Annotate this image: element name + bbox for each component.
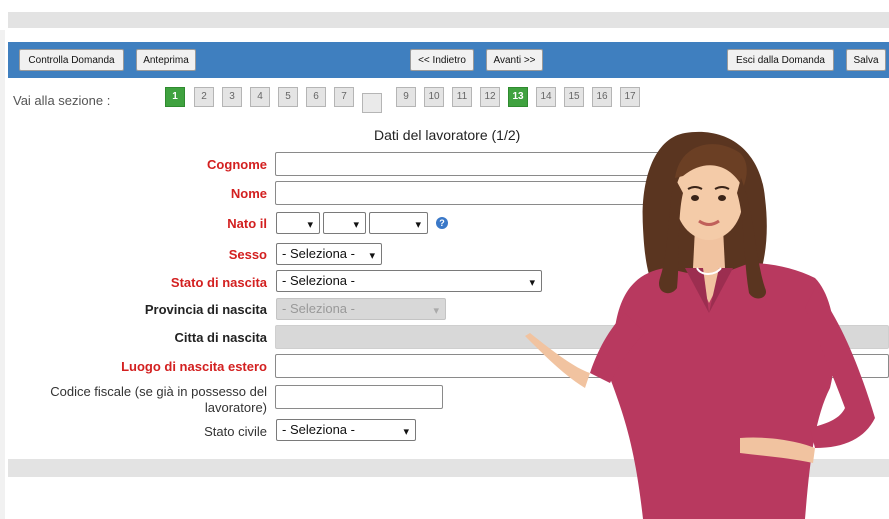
check-application-button[interactable]: Controlla Domanda xyxy=(19,49,124,71)
section-3-button[interactable]: 3 xyxy=(222,87,242,107)
birth-country-label: Stato di nascita xyxy=(170,275,267,290)
toolbar: Controlla Domanda Anteprima << Indietro … xyxy=(8,42,889,78)
birth-city-label: Citta di nascita xyxy=(174,330,267,345)
birth-province-select: - Seleziona - ▾ xyxy=(276,298,446,320)
section-6-button[interactable]: 6 xyxy=(306,87,326,107)
section-4-button[interactable]: 4 xyxy=(250,87,270,107)
cognome-label: Cognome xyxy=(207,157,267,172)
section-11-button[interactable]: 11 xyxy=(452,87,472,107)
chevron-down-icon: ▾ xyxy=(415,219,421,231)
section-13-button[interactable]: 13 xyxy=(508,87,528,107)
section-17-button[interactable]: 17 xyxy=(620,87,640,107)
marital-status-label: Stato civile xyxy=(204,424,267,439)
section-1-button[interactable]: 1 xyxy=(165,87,185,107)
foreign-birthplace-label: Luogo di nascita estero xyxy=(121,359,267,374)
section-5-button[interactable]: 5 xyxy=(278,87,298,107)
tax-code-label-line2: lavoratore) xyxy=(204,400,267,415)
birth-day-select[interactable]: ▾ xyxy=(276,212,320,234)
chevron-down-icon: ▾ xyxy=(307,219,313,231)
tax-code-input[interactable] xyxy=(275,385,443,409)
marital-status-select[interactable]: - Seleziona - ▾ xyxy=(276,419,416,441)
sesso-label: Sesso xyxy=(228,247,267,262)
chevron-down-icon: ▾ xyxy=(403,426,409,438)
tax-code-label: Codice fiscale (se già in possesso del l… xyxy=(50,384,267,416)
birth-province-label: Provincia di nascita xyxy=(144,302,267,317)
chevron-down-icon: ▾ xyxy=(369,250,375,262)
marital-status-value: - Seleziona - xyxy=(282,422,355,437)
help-icon[interactable]: ? xyxy=(436,217,448,229)
top-strip xyxy=(0,0,889,12)
next-button[interactable]: Avanti >> xyxy=(486,49,543,71)
section-8-button[interactable]: 8 xyxy=(362,93,382,113)
exit-application-button[interactable]: Esci dalla Domanda xyxy=(727,49,834,71)
birth-month-select[interactable]: ▾ xyxy=(323,212,366,234)
section-7-button[interactable]: 7 xyxy=(334,87,354,107)
birth-country-select[interactable]: - Seleziona - ▾ xyxy=(276,270,542,292)
header-bar xyxy=(8,12,889,28)
left-border xyxy=(0,30,5,519)
save-button[interactable]: Salva xyxy=(846,49,886,71)
presenter-illustration xyxy=(525,131,875,519)
preview-button[interactable]: Anteprima xyxy=(136,49,196,71)
section-nav-label: Vai alla sezione : xyxy=(13,93,111,108)
back-button[interactable]: << Indietro xyxy=(410,49,474,71)
section-16-button[interactable]: 16 xyxy=(592,87,612,107)
section-2-button[interactable]: 2 xyxy=(194,87,214,107)
section-12-button[interactable]: 12 xyxy=(480,87,500,107)
birth-country-value: - Seleziona - xyxy=(282,273,355,288)
form-title: Dati del lavoratore (1/2) xyxy=(374,127,521,143)
birth-date-label: Nato il xyxy=(227,216,267,231)
birth-year-select[interactable]: ▾ xyxy=(369,212,428,234)
nome-label: Nome xyxy=(230,186,267,201)
section-15-button[interactable]: 15 xyxy=(564,87,584,107)
section-10-button[interactable]: 10 xyxy=(424,87,444,107)
section-9-button[interactable]: 9 xyxy=(396,87,416,107)
tax-code-label-line1: Codice fiscale (se già in possesso del xyxy=(50,384,267,399)
chevron-down-icon: ▾ xyxy=(353,219,359,231)
sesso-select[interactable]: - Seleziona - ▾ xyxy=(276,243,382,265)
chevron-down-icon: ▾ xyxy=(433,305,439,317)
sesso-value: - Seleziona - xyxy=(282,246,355,261)
birth-province-value: - Seleziona - xyxy=(282,301,355,316)
section-14-button[interactable]: 14 xyxy=(536,87,556,107)
